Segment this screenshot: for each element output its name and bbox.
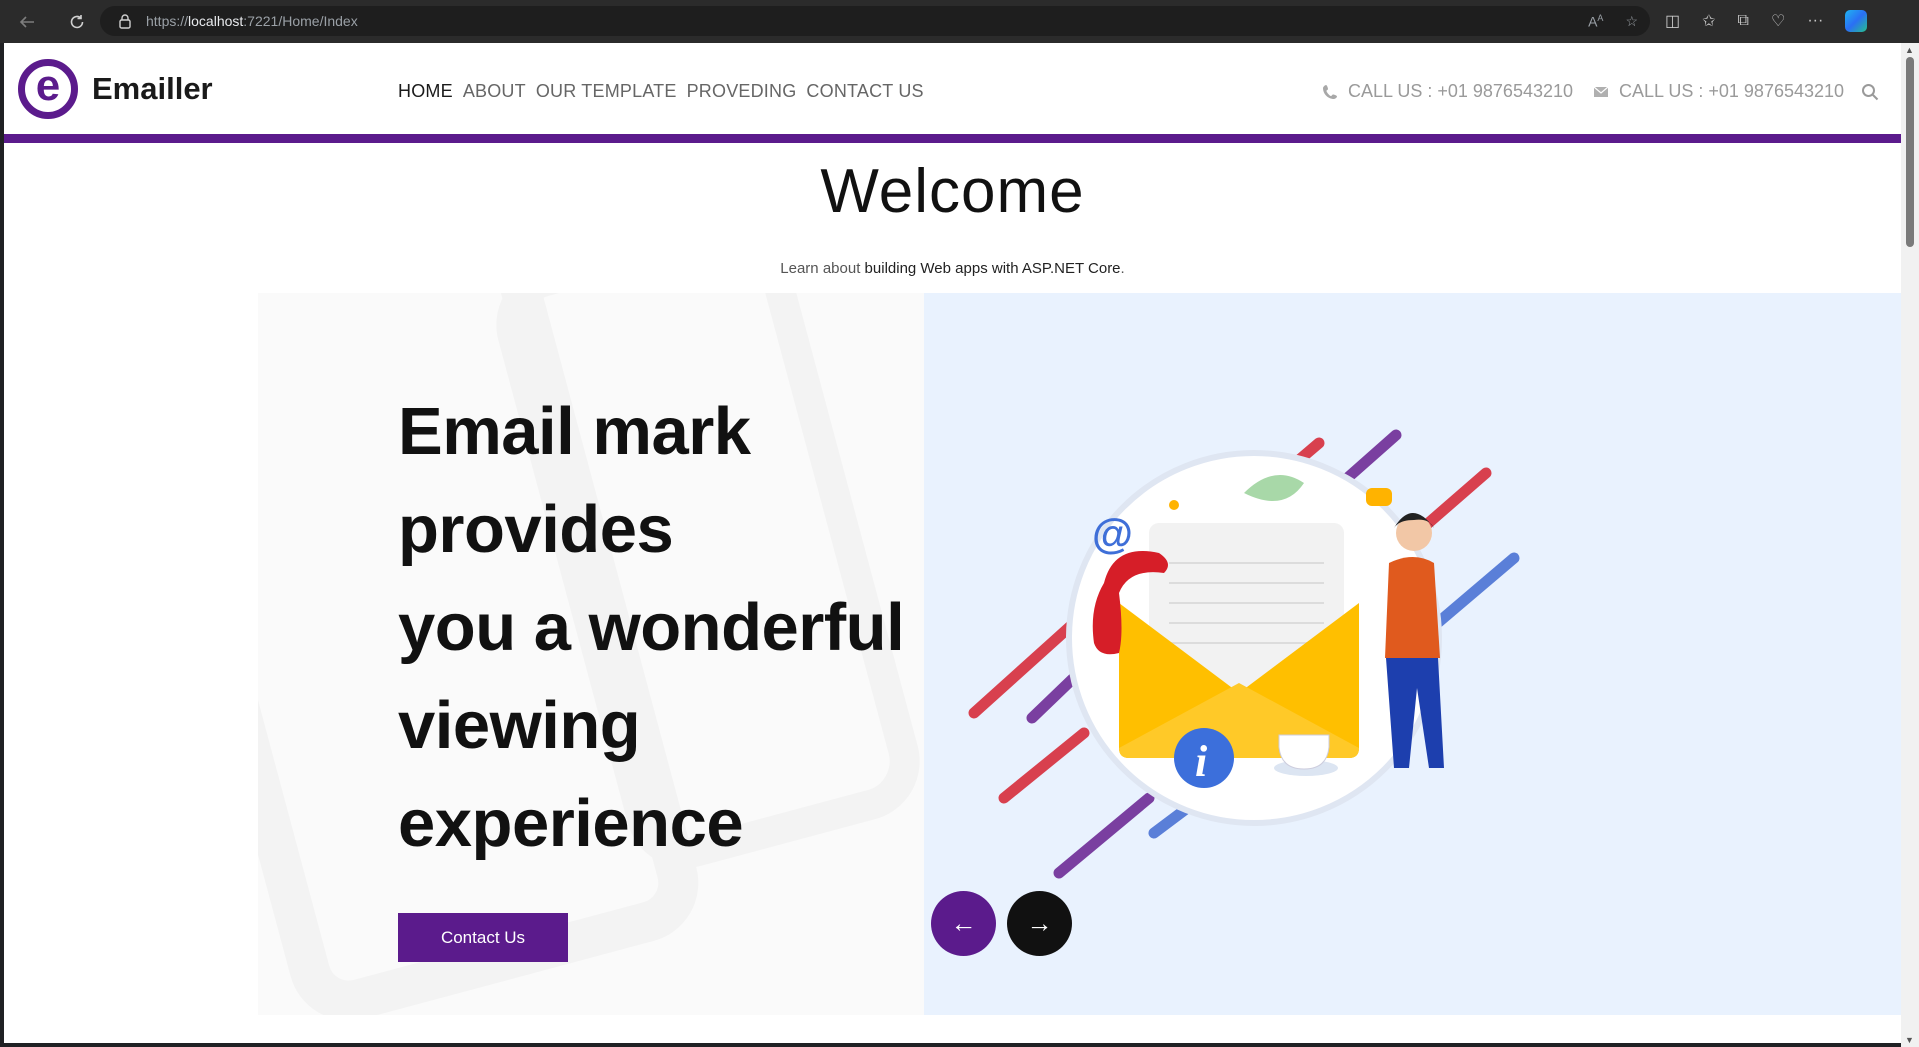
hero-headline: Email mark provides you a wonderful view…	[398, 383, 1038, 873]
hero-line: Email mark	[398, 394, 751, 469]
welcome-title: Welcome	[820, 157, 1085, 226]
logo-mark-icon: e	[18, 59, 78, 119]
main-nav: HOME ABOUT OUR TEMPLATE PROVEDING CONTAC…	[398, 81, 924, 102]
hero-line: you a wonderful	[398, 590, 905, 665]
nav-home[interactable]: HOME	[398, 81, 453, 102]
scrollbar-thumb[interactable]	[1906, 57, 1914, 247]
vertical-scrollbar[interactable]: ▲ ▼	[1901, 43, 1919, 1047]
site-header: e Emailler HOME ABOUT OUR TEMPLATE PROVE…	[4, 43, 1901, 143]
svg-text:@: @	[1092, 510, 1133, 557]
contact-us-button[interactable]: Contact Us	[398, 913, 568, 962]
read-aloud-icon[interactable]: AA	[1588, 13, 1603, 30]
contact-info: CALL US : +01 9876543210 CALL US : +01 9…	[1322, 81, 1844, 102]
url-text: https://localhost:7221/Home/Index	[146, 13, 358, 29]
refresh-icon[interactable]	[66, 11, 88, 33]
email-illustration: @ i	[968, 429, 1520, 879]
hero-line: provides	[398, 492, 674, 567]
carousel-prev-button[interactable]: ←	[931, 891, 996, 956]
nav-proveding[interactable]: PROVEDING	[687, 81, 797, 102]
hero-line: viewing	[398, 688, 641, 763]
search-icon[interactable]	[1861, 83, 1879, 106]
svg-text:i: i	[1195, 737, 1208, 786]
lock-icon[interactable]	[118, 13, 132, 29]
favorites-icon[interactable]: ✩	[1702, 11, 1715, 31]
split-screen-icon[interactable]: ◫	[1665, 11, 1680, 31]
welcome-subtitle: Learn about building Web apps with ASP.N…	[780, 260, 1125, 277]
hero-line: experience	[398, 786, 744, 861]
scroll-down-icon[interactable]: ▼	[1905, 1035, 1914, 1045]
email-contact[interactable]: CALL US : +01 9876543210	[1593, 81, 1844, 102]
scroll-up-icon[interactable]: ▲	[1905, 45, 1914, 55]
nav-about[interactable]: ABOUT	[463, 81, 526, 102]
browser-essentials-icon[interactable]: ♡	[1771, 11, 1785, 31]
star-icon[interactable]: ☆	[1625, 13, 1638, 30]
mail-icon	[1593, 86, 1609, 97]
carousel-next-button[interactable]: →	[1007, 891, 1072, 956]
copilot-icon[interactable]	[1845, 10, 1868, 32]
brand-name: Emailler	[92, 71, 213, 106]
logo[interactable]: e Emailler	[18, 59, 213, 119]
phone-icon	[1323, 84, 1337, 99]
back-arrow-icon[interactable]	[16, 11, 38, 33]
aspnet-link[interactable]: building Web apps with ASP.NET Core	[865, 260, 1121, 277]
welcome-section: Welcome Learn about building Web apps wi…	[4, 152, 1901, 277]
address-bar[interactable]: https://localhost:7221/Home/Index AA ☆	[100, 6, 1650, 36]
page-viewport: e Emailler HOME ABOUT OUR TEMPLATE PROVE…	[4, 43, 1901, 1043]
more-icon[interactable]: ···	[1807, 12, 1823, 30]
collections-icon[interactable]: ⧉	[1738, 12, 1749, 30]
browser-toolbar: https://localhost:7221/Home/Index AA ☆ ◫…	[0, 0, 1919, 43]
nav-our-template[interactable]: OUR TEMPLATE	[536, 81, 677, 102]
nav-contact-us[interactable]: CONTACT US	[806, 81, 923, 102]
phone-contact[interactable]: CALL US : +01 9876543210	[1322, 81, 1573, 102]
